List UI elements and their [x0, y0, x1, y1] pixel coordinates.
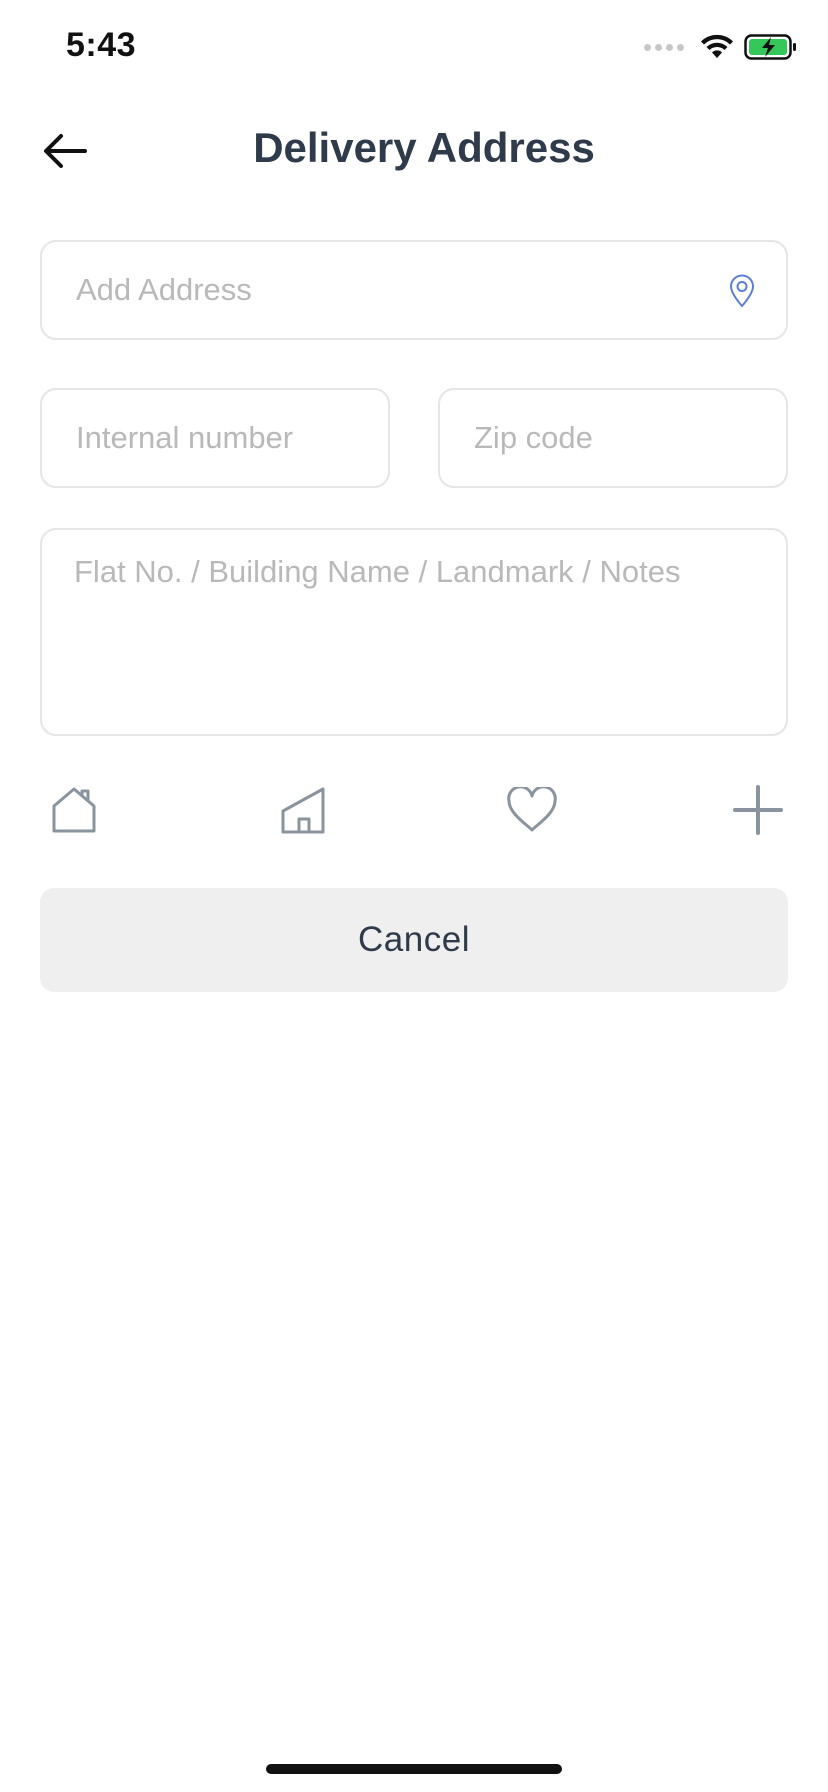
- signal-icon: [644, 43, 684, 51]
- cancel-button[interactable]: Cancel: [40, 888, 788, 992]
- home-icon: [52, 787, 96, 833]
- notes-textarea[interactable]: [72, 550, 762, 720]
- notes-field: [40, 528, 788, 736]
- address-input[interactable]: [74, 242, 694, 338]
- building-icon: [281, 787, 325, 834]
- zip-code-input[interactable]: [472, 390, 762, 486]
- status-icons: [644, 34, 798, 60]
- battery-charging-icon: [744, 34, 796, 60]
- zip-code-field: [438, 388, 788, 488]
- address-type-add-button[interactable]: [728, 780, 788, 840]
- address-type-favorite-button[interactable]: [502, 780, 562, 840]
- location-pin-icon[interactable]: [728, 274, 756, 308]
- wifi-icon: [701, 34, 733, 58]
- status-bar: 5:43: [0, 0, 828, 100]
- heart-icon: [507, 787, 557, 832]
- address-type-row: [40, 780, 788, 850]
- address-field: [40, 240, 788, 340]
- internal-number-field: [40, 388, 390, 488]
- page-title: Delivery Address: [253, 124, 595, 171]
- address-type-work-button[interactable]: [274, 780, 334, 840]
- address-type-home-button[interactable]: [44, 780, 104, 840]
- internal-number-input[interactable]: [74, 390, 364, 486]
- header: Delivery Address: [0, 110, 828, 190]
- home-indicator[interactable]: [266, 1764, 562, 1774]
- status-time: 5:43: [66, 26, 137, 64]
- plus-icon: [733, 785, 783, 835]
